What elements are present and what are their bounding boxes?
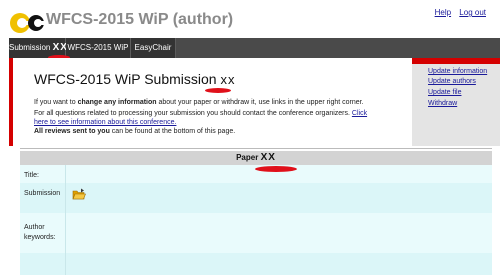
author-keywords-label: Author keywords: bbox=[24, 223, 56, 243]
page-title-text: WFCS-2015 WiP Submission bbox=[34, 71, 217, 87]
app-title: WFCS-2015 WiP (author) bbox=[46, 11, 234, 28]
intro-text-end: about your paper or withdraw it, use lin… bbox=[156, 99, 364, 106]
paper-header-number: XX bbox=[260, 152, 276, 163]
reviews-text: can be found at the bottom of this page. bbox=[109, 128, 236, 135]
page-header: WFCS-2015 WiP (author) Help Log out bbox=[0, 0, 500, 38]
title-label: Title: bbox=[24, 172, 39, 179]
top-links: Help Log out bbox=[429, 8, 486, 17]
folder-icon[interactable] bbox=[72, 188, 86, 200]
tab-submission-label: Submission bbox=[9, 43, 51, 52]
conference-info-link-start[interactable]: Click bbox=[352, 110, 367, 117]
help-link[interactable]: Help bbox=[435, 8, 451, 17]
table-column-divider bbox=[65, 165, 66, 275]
table-row: Submission bbox=[20, 183, 492, 213]
table-row bbox=[20, 253, 492, 275]
paper-table-header: Paper XX bbox=[20, 151, 492, 165]
reviews-paragraph: All reviews sent to you can be found at … bbox=[34, 127, 235, 136]
tab-wfcs[interactable]: WFCS-2015 WiP bbox=[66, 38, 131, 58]
reviews-emphasis: All reviews sent to you bbox=[34, 128, 110, 135]
contact-paragraph: For all questions related to processing … bbox=[34, 109, 367, 127]
menu-accent-bar bbox=[412, 58, 500, 64]
update-information-link[interactable]: Update information bbox=[428, 68, 487, 75]
submission-label: Submission bbox=[24, 190, 61, 197]
intro-paragraph: If you want to change any information ab… bbox=[34, 98, 364, 107]
update-file-link[interactable]: Update file bbox=[428, 89, 461, 96]
page-title: WFCS-2015 WiP Submission xx bbox=[34, 71, 235, 87]
submission-actions-menu: Update information Update authors Update… bbox=[412, 58, 500, 146]
tab-easychair[interactable]: EasyChair bbox=[131, 38, 176, 58]
redaction-mark bbox=[205, 88, 231, 93]
tab-bar: Submission XX WFCS-2015 WiP EasyChair bbox=[9, 38, 500, 58]
redaction-mark bbox=[255, 166, 297, 172]
paper-header-label: Paper bbox=[236, 153, 259, 162]
contact-text: For all questions related to processing … bbox=[34, 110, 350, 117]
page-title-number: xx bbox=[220, 72, 236, 87]
logout-link[interactable]: Log out bbox=[459, 8, 486, 17]
update-authors-link[interactable]: Update authors bbox=[428, 78, 476, 85]
withdraw-link[interactable]: Withdraw bbox=[428, 100, 457, 107]
table-row: Author keywords: bbox=[20, 213, 492, 253]
intro-emphasis: change any information bbox=[77, 99, 157, 106]
easychair-logo bbox=[10, 13, 44, 33]
section-divider bbox=[20, 148, 492, 149]
author-keywords-line1: Author bbox=[24, 224, 45, 231]
conference-info-link[interactable]: here to see information about this confe… bbox=[34, 119, 176, 126]
intro-text: If you want to bbox=[34, 99, 78, 106]
author-keywords-line2: keywords: bbox=[24, 234, 56, 241]
